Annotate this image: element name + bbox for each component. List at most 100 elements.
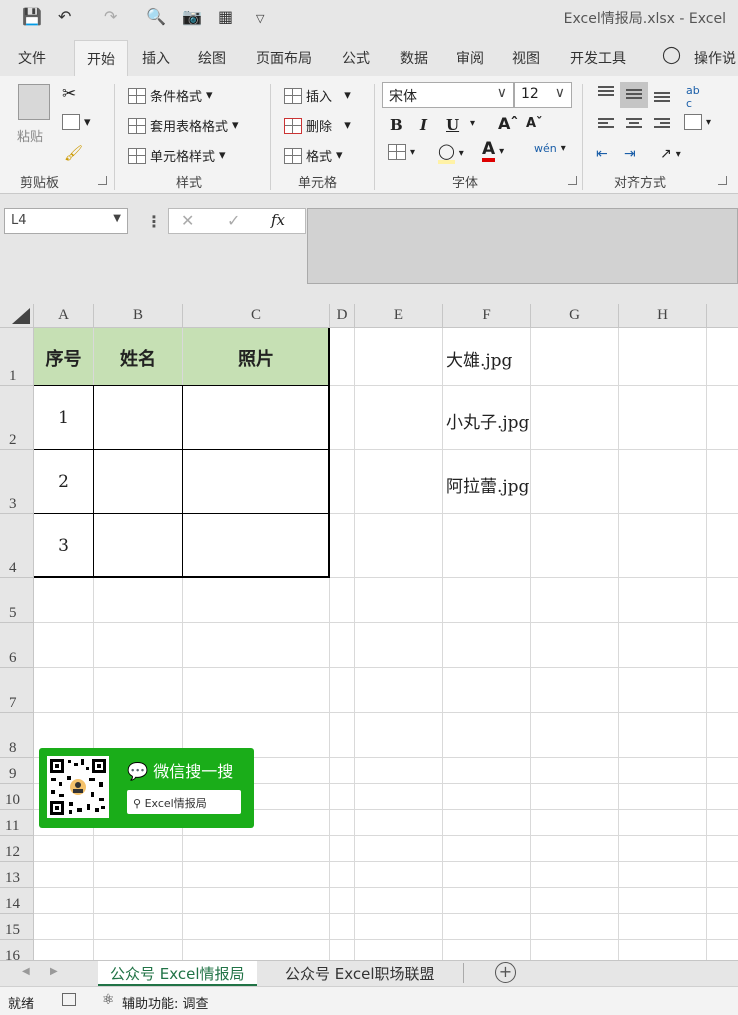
wechat-search-box[interactable]: ⚲ Excel情报局: [127, 790, 241, 814]
phonetic-icon[interactable]: wén ▾: [534, 142, 566, 155]
tab-insert[interactable]: 插入: [142, 48, 170, 68]
tab-view[interactable]: 视图: [512, 48, 540, 68]
cell-b1-header[interactable]: 姓名: [94, 328, 182, 385]
tab-draw[interactable]: 绘图: [198, 48, 226, 68]
decrease-font-icon[interactable]: Aˇ: [526, 116, 543, 131]
align-left-icon[interactable]: [598, 118, 614, 130]
insert-cells-button[interactable]: 插入 ▾: [284, 86, 351, 105]
row-header-14[interactable]: 14: [0, 888, 34, 914]
tab-file[interactable]: 文件: [18, 48, 46, 68]
cell-styles-button[interactable]: 单元格样式 ▾: [128, 146, 226, 165]
add-sheet-icon[interactable]: +: [495, 962, 516, 983]
row-header-6[interactable]: 6: [0, 623, 34, 668]
row-header-1[interactable]: 1: [0, 328, 34, 386]
cancel-icon[interactable]: ✕: [181, 211, 194, 230]
cut-icon[interactable]: ✂: [62, 84, 76, 104]
column-header-d[interactable]: D: [330, 304, 355, 328]
enter-icon[interactable]: ✓: [227, 211, 240, 230]
row-header-11[interactable]: 11: [0, 810, 34, 836]
tab-page-layout[interactable]: 页面布局: [256, 48, 312, 68]
row-header-4[interactable]: 4: [0, 514, 34, 578]
align-center-icon[interactable]: [626, 118, 642, 130]
accessibility-icon[interactable]: ⚛: [102, 992, 115, 1008]
orientation-icon[interactable]: ↗ ▾: [660, 146, 681, 162]
lightbulb-icon[interactable]: ◯: [662, 45, 681, 65]
paste-button[interactable]: 粘贴: [17, 126, 43, 145]
tab-tell-me[interactable]: 操作说: [694, 48, 736, 68]
name-box[interactable]: L4 ▼: [4, 208, 128, 234]
column-header-a[interactable]: A: [34, 304, 94, 328]
row-header-5[interactable]: 5: [0, 578, 34, 623]
row-header-9[interactable]: 9: [0, 758, 34, 784]
align-top-icon[interactable]: [598, 86, 614, 98]
cell-a1-header[interactable]: 序号: [34, 328, 93, 385]
row-header-2[interactable]: 2: [0, 386, 34, 450]
clipboard-launcher-icon[interactable]: [98, 176, 107, 185]
scroll-left-icon[interactable]: ◀: [22, 966, 30, 977]
tab-data[interactable]: 数据: [400, 48, 428, 68]
sheet-tab-2[interactable]: 公众号 Excel职场联盟: [273, 961, 447, 986]
fill-color-button[interactable]: ◯ ▾: [438, 142, 464, 164]
cell-a3[interactable]: 2: [34, 450, 93, 513]
undo-icon[interactable]: ↶: [58, 7, 71, 26]
column-header-h[interactable]: H: [619, 304, 707, 328]
font-size-select[interactable]: 12 ∨: [514, 82, 572, 108]
sheet-tab-1[interactable]: 公众号 Excel情报局: [98, 961, 257, 986]
borders-button[interactable]: ▾: [388, 144, 415, 160]
align-right-icon[interactable]: [654, 118, 670, 130]
merge-center-button[interactable]: ▾: [684, 114, 711, 130]
table-icon[interactable]: ▦: [218, 7, 233, 26]
align-bottom-icon[interactable]: [654, 92, 670, 104]
save-icon[interactable]: 💾: [22, 7, 42, 26]
cell-a2[interactable]: 1: [34, 386, 93, 449]
macro-record-icon[interactable]: [62, 993, 76, 1006]
italic-button[interactable]: I: [420, 116, 427, 134]
tab-formulas[interactable]: 公式: [342, 48, 370, 68]
cell-c1-header[interactable]: 照片: [183, 328, 329, 385]
select-all-button[interactable]: [0, 304, 34, 328]
format-cells-button[interactable]: 格式 ▾: [284, 146, 343, 165]
delete-cells-button[interactable]: 删除 ▾: [284, 116, 351, 135]
formula-input[interactable]: [307, 208, 738, 284]
font-name-select[interactable]: 宋体 ∨: [382, 82, 514, 108]
redo-icon[interactable]: ↷: [104, 7, 117, 26]
row-header-15[interactable]: 15: [0, 914, 34, 940]
underline-button[interactable]: U: [446, 116, 459, 134]
bold-button[interactable]: B: [390, 116, 403, 134]
column-header-c[interactable]: C: [183, 304, 330, 328]
font-launcher-icon[interactable]: [568, 176, 577, 185]
row-header-12[interactable]: 12: [0, 836, 34, 862]
format-painter-icon[interactable]: 🖌: [64, 144, 83, 162]
column-header-b[interactable]: B: [94, 304, 183, 328]
font-color-button[interactable]: A ▾: [482, 140, 504, 162]
cell-f3-filename[interactable]: 阿拉蕾.jpg: [446, 472, 529, 497]
cell-f2-filename[interactable]: 小丸子.jpg: [446, 408, 529, 433]
customize-icon[interactable]: ▽: [256, 12, 264, 25]
camera-icon[interactable]: 📷: [182, 7, 202, 26]
more-options-icon[interactable]: ⋮: [146, 212, 162, 231]
increase-font-icon[interactable]: Aˆ: [498, 114, 518, 133]
table-format-button[interactable]: 套用表格格式 ▾: [128, 116, 239, 135]
copy-icon[interactable]: ▾: [62, 114, 91, 130]
row-header-13[interactable]: 13: [0, 862, 34, 888]
underline-dropdown-icon[interactable]: ▾: [470, 118, 475, 129]
alignment-launcher-icon[interactable]: [718, 176, 727, 185]
paste-icon[interactable]: [18, 84, 50, 120]
cell-a4[interactable]: 3: [34, 514, 93, 577]
accessibility-status[interactable]: 辅助功能: 调查: [122, 993, 209, 1012]
tab-developer[interactable]: 开发工具: [570, 48, 626, 68]
wrap-text-icon[interactable]: ab c: [686, 84, 700, 110]
conditional-format-button[interactable]: 条件格式 ▾: [128, 86, 213, 105]
decrease-indent-icon[interactable]: ⇤: [596, 146, 608, 162]
row-header-10[interactable]: 10: [0, 784, 34, 810]
column-header-f[interactable]: F: [443, 304, 531, 328]
scroll-right-icon[interactable]: ▶: [50, 966, 58, 977]
column-header-i[interactable]: [707, 304, 738, 328]
align-middle-icon[interactable]: [626, 89, 642, 101]
increase-indent-icon[interactable]: ⇥: [624, 146, 636, 162]
tab-review[interactable]: 审阅: [456, 48, 484, 68]
row-header-7[interactable]: 7: [0, 668, 34, 713]
cell-f1-filename[interactable]: 大雄.jpg: [446, 346, 512, 371]
wechat-search-badge[interactable]: 💬 微信搜一搜 ⚲ Excel情报局: [39, 748, 254, 828]
column-header-g[interactable]: G: [531, 304, 619, 328]
